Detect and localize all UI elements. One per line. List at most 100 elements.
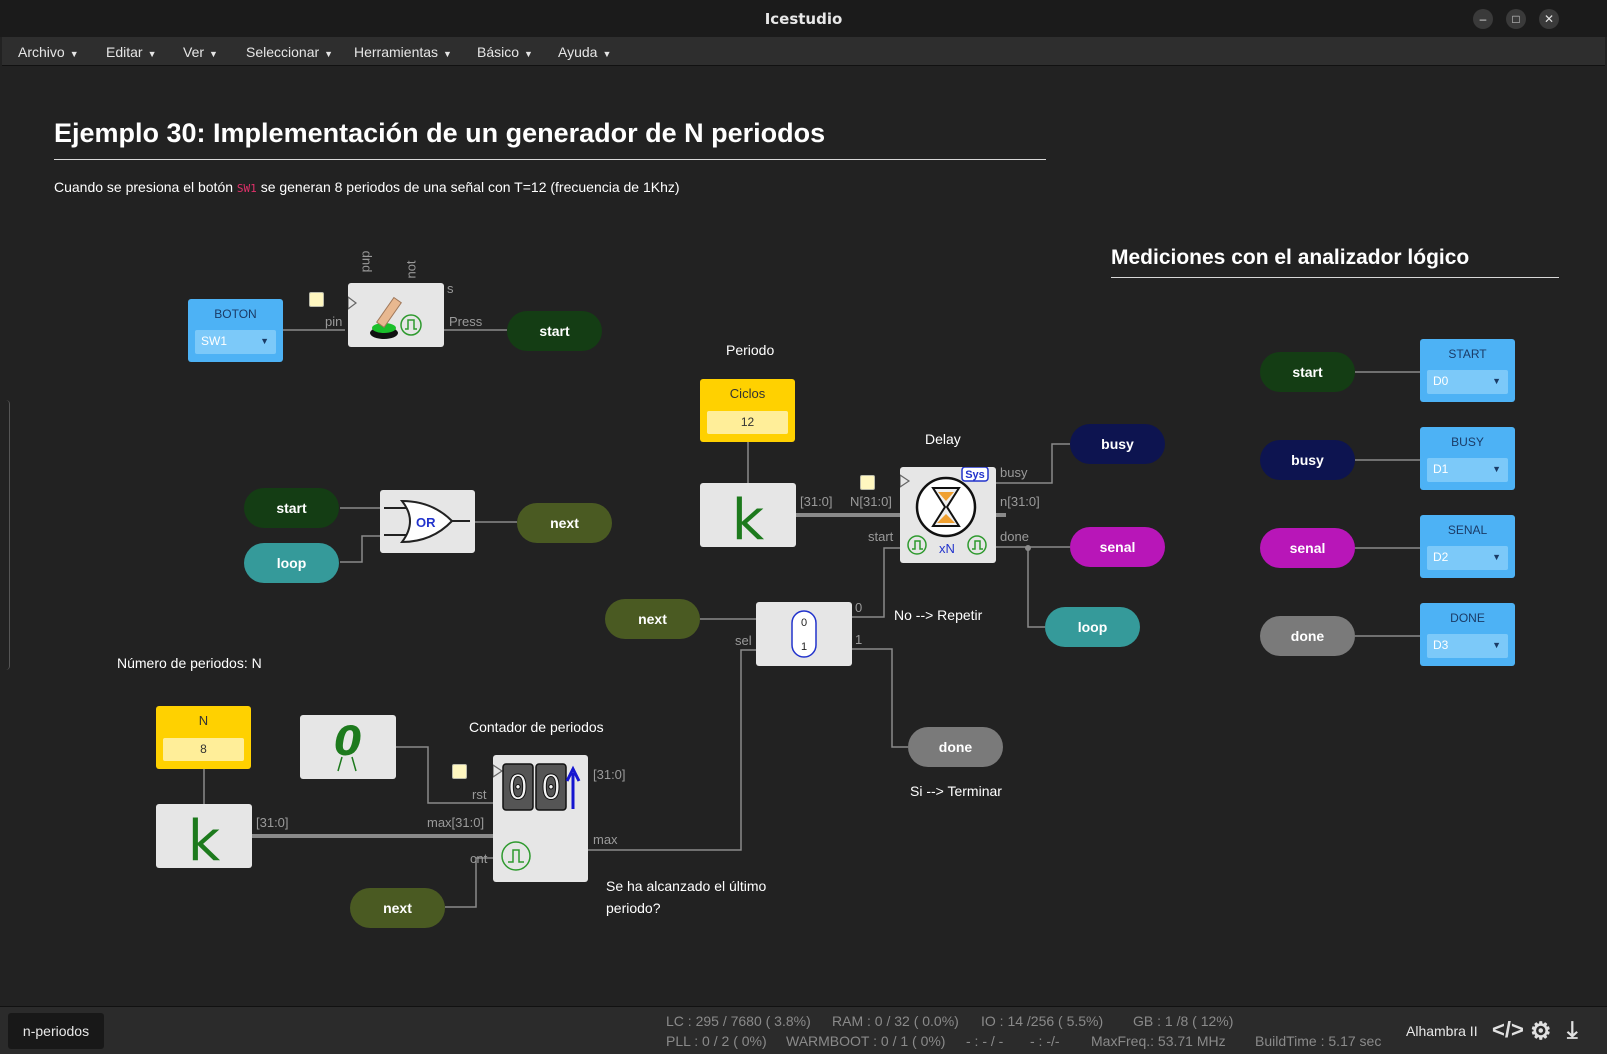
output-busy[interactable]: BUSY D1 ▼ <box>1420 427 1515 490</box>
port-n31-out: n[31:0] <box>1000 494 1040 509</box>
zero-constant-block[interactable]: 0 <box>300 715 396 779</box>
analyzer-title: Mediciones con el analizador lógico <box>1111 246 1470 269</box>
description: Cuando se presiona el botón SW1 se gener… <box>54 179 680 195</box>
clock-input[interactable] <box>860 475 875 490</box>
button-press-icon <box>347 295 422 339</box>
k-constant-block[interactable]: k <box>156 804 252 874</box>
port-rst: rst <box>472 787 487 802</box>
stat-lc: LC : 295 / 7680 ( 3.8%) <box>666 1013 811 1029</box>
mux-block[interactable]: 0 1 <box>756 602 852 666</box>
counter-block[interactable]: 0 0 <box>492 755 588 882</box>
pin-select[interactable]: SW1 ▼ <box>195 330 276 354</box>
label-busy[interactable]: busy <box>1070 424 1165 464</box>
port-done: done <box>1000 529 1029 544</box>
port-n31-in: N[31:0] <box>850 494 892 509</box>
chevron-down-icon: ▼ <box>1492 464 1501 474</box>
constant-n[interactable]: N 8 <box>156 706 251 769</box>
label-next[interactable]: next <box>517 503 612 543</box>
code-sw1: SW1 <box>236 182 257 195</box>
k-symbol: k <box>188 809 221 868</box>
mux-in-1: 1 <box>801 641 807 653</box>
delay-block[interactable]: Sys xN <box>899 466 996 563</box>
constant-value[interactable]: 8 <box>163 738 244 761</box>
port-pup: pup <box>357 250 373 273</box>
label-senal[interactable]: senal <box>1070 527 1165 567</box>
port-bus31-out: [31:0] <box>593 767 626 782</box>
wire-done-loop <box>1027 548 1045 628</box>
port-max: max <box>593 832 618 847</box>
counter-digit-2: 0 <box>541 768 561 808</box>
label-next[interactable]: next <box>605 599 700 639</box>
label-start[interactable]: start <box>244 488 339 528</box>
pin-select[interactable]: D3 ▼ <box>1427 634 1508 658</box>
chevron-down-icon: ▼ <box>1492 640 1501 650</box>
button-block[interactable] <box>347 283 444 347</box>
pin-select[interactable]: D1 ▼ <box>1427 458 1508 482</box>
label-loop[interactable]: loop <box>1045 607 1140 647</box>
or-gate-block[interactable]: OR <box>380 490 475 553</box>
zero-symbol: 0 <box>334 719 362 765</box>
note-si-terminar: Si --> Terminar <box>910 783 1002 799</box>
design-tab[interactable]: n-periodos <box>8 1013 104 1049</box>
note-delay: Delay <box>925 431 961 447</box>
port-s: s <box>447 281 454 296</box>
note-ultimo-2: periodo? <box>606 900 661 916</box>
k-constant-block[interactable]: k <box>700 483 796 553</box>
note-no-repetir: No --> Repetir <box>894 607 983 623</box>
stat-buildtime: BuildTime : 5.17 sec <box>1255 1033 1382 1049</box>
k-symbol: k <box>732 488 765 547</box>
upload-icon[interactable]: ⤓ <box>1567 1017 1578 1045</box>
label-done[interactable]: done <box>908 727 1003 767</box>
port-start: start <box>868 529 894 544</box>
chevron-down-icon: ▼ <box>1492 552 1501 562</box>
stat-dash-2: - : -/- <box>1030 1033 1060 1049</box>
pin-select[interactable]: D0 ▼ <box>1427 370 1508 394</box>
stat-maxfreq: MaxFreq.: 53.71 MHz <box>1091 1033 1226 1049</box>
delay-xn: xN <box>939 541 955 556</box>
input-boton[interactable]: BOTON SW1 ▼ <box>188 299 283 362</box>
clock-input[interactable] <box>452 764 467 779</box>
port-bus31: [31:0] <box>256 815 289 830</box>
wire-mux1-done <box>852 648 908 748</box>
label-start[interactable]: start <box>1260 352 1355 392</box>
constant-value[interactable]: 12 <box>707 411 788 434</box>
label-loop[interactable]: loop <box>244 543 339 583</box>
pin-select[interactable]: D2 ▼ <box>1427 546 1508 570</box>
arrow-up-icon <box>565 765 581 809</box>
wire-junction <box>1025 545 1031 551</box>
wire-loop-or <box>340 535 380 563</box>
note-periodo: Periodo <box>726 342 775 358</box>
label-busy[interactable]: busy <box>1260 440 1355 480</box>
mux-in-0: 0 <box>801 617 807 629</box>
port-press: Press <box>449 314 483 329</box>
stat-ram: RAM : 0 / 32 ( 0.0%) <box>832 1013 959 1029</box>
label-start[interactable]: start <box>507 311 602 351</box>
status-bar: n-periodos LC : 295 / 7680 ( 3.8%) RAM :… <box>0 1006 1607 1054</box>
port-pin: pin <box>325 314 343 329</box>
page-title: Ejemplo 30: Implementación de un generad… <box>54 118 826 148</box>
note-numero-periodos: Número de periodos: N <box>117 655 262 671</box>
port-cnt: cnt <box>470 851 488 866</box>
gear-icon[interactable]: ⚙ <box>1530 1017 1552 1046</box>
label-done[interactable]: done <box>1260 616 1355 656</box>
stat-io: IO : 14 /256 ( 5.5%) <box>981 1013 1104 1029</box>
or-gate-label: OR <box>416 515 436 530</box>
board-name[interactable]: Alhambra II <box>1406 1023 1478 1039</box>
note-contador: Contador de periodos <box>469 719 604 735</box>
clock-input[interactable] <box>309 292 324 307</box>
counter-digit-1: 0 <box>508 768 528 808</box>
code-icon[interactable]: </> <box>1492 1017 1524 1043</box>
output-start[interactable]: START D0 ▼ <box>1420 339 1515 402</box>
chevron-down-icon: ▼ <box>1492 376 1501 386</box>
wire-max-sel <box>588 649 756 851</box>
port-bus31: [31:0] <box>800 494 833 509</box>
output-senal[interactable]: SENAL D2 ▼ <box>1420 515 1515 578</box>
title-underline <box>54 159 1046 160</box>
port-not: not <box>403 260 419 279</box>
chevron-down-icon: ▼ <box>260 336 269 346</box>
label-senal[interactable]: senal <box>1260 528 1355 568</box>
port-sel: sel <box>735 633 752 648</box>
output-done[interactable]: DONE D3 ▼ <box>1420 603 1515 666</box>
constant-ciclos[interactable]: Ciclos 12 <box>700 379 795 442</box>
label-next[interactable]: next <box>350 888 445 928</box>
